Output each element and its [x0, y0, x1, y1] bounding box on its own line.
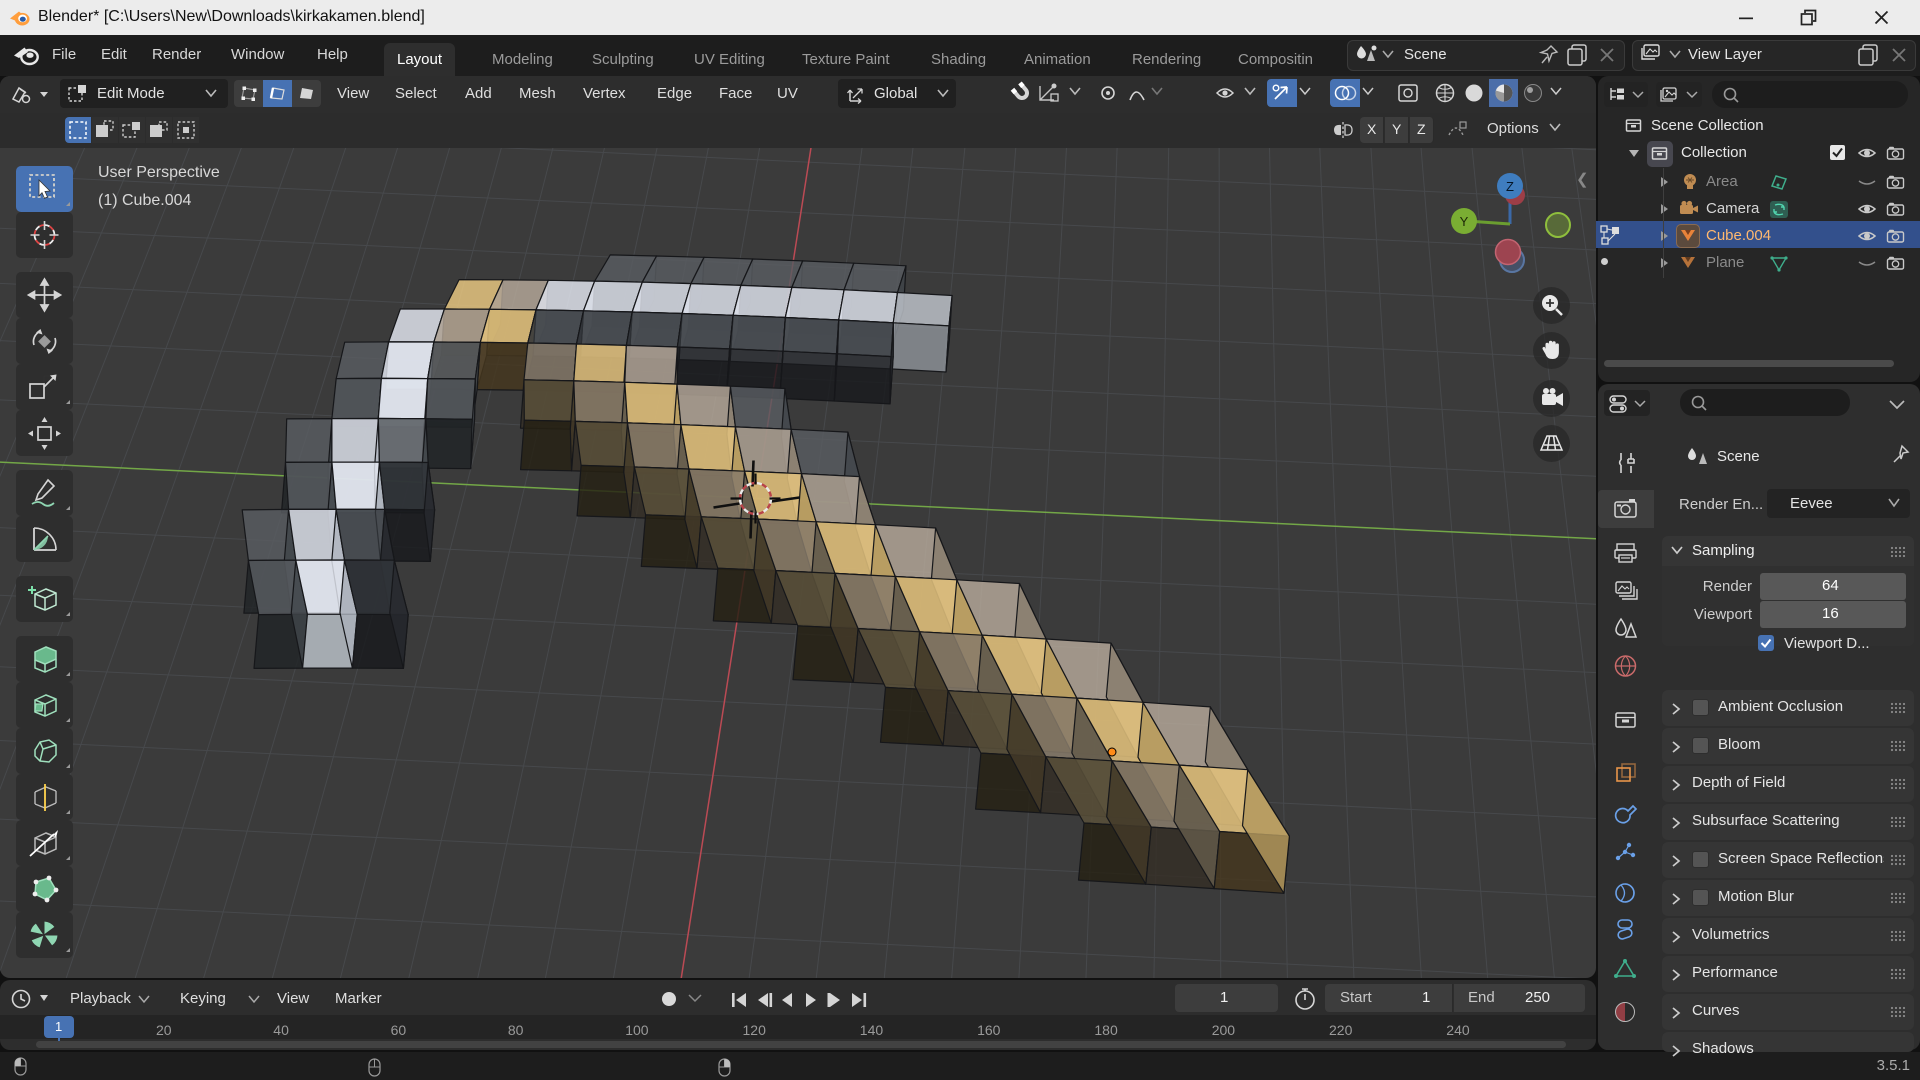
svg-text:Z: Z [1506, 179, 1514, 194]
svg-text:Y: Y [1460, 214, 1469, 229]
